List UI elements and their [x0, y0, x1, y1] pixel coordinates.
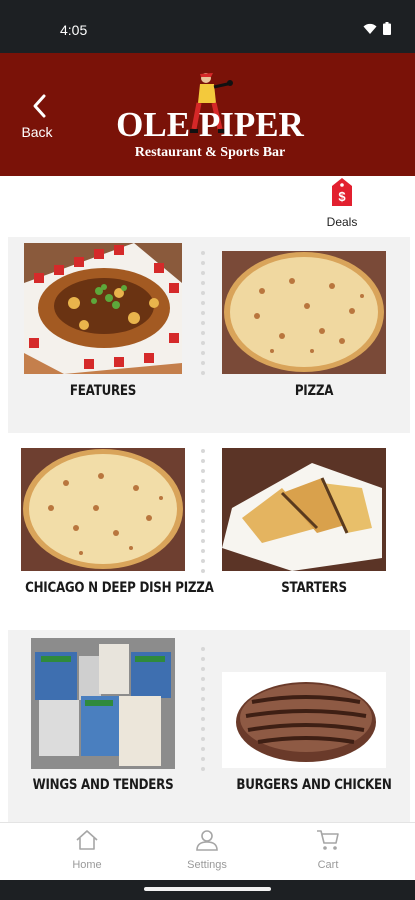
- back-label: Back: [21, 124, 53, 140]
- deals-badge: $: [338, 189, 346, 204]
- home-gesture-pill[interactable]: [144, 887, 271, 891]
- burger-patty-image: [222, 672, 386, 768]
- nav-label: Cart: [317, 859, 339, 871]
- chevron-left-icon: [33, 94, 45, 118]
- status-icons: [363, 22, 391, 35]
- app-screen: 4:05 Back OLE PIPER Restaurant & Sports …: [0, 0, 415, 900]
- column-divider: [201, 251, 205, 381]
- nav-label: Home: [72, 859, 102, 871]
- cart-icon: [317, 830, 339, 850]
- category-label: PIZZA: [294, 383, 334, 399]
- restaurant-logo: OLE PIPER Restaurant & Sports Bar: [112, 67, 308, 167]
- starters-image: [222, 448, 386, 571]
- category-card-features[interactable]: FEATURES: [8, 237, 198, 433]
- deals-label: Deals: [326, 215, 358, 229]
- price-tag-icon: $: [332, 178, 352, 206]
- app-header: Back OLE PIPER Restaurant & Sports Bar: [0, 53, 415, 176]
- category-card-chicago-deep-dish[interactable]: CHICAGO N DEEP DISH PIZZA: [8, 433, 214, 630]
- chicago-pizza-image: [21, 448, 185, 571]
- user-icon: [196, 830, 218, 851]
- back-button[interactable]: Back: [16, 93, 58, 143]
- category-label: BURGERS AND CHICKEN: [236, 777, 392, 793]
- home-icon: [76, 830, 98, 850]
- category-card-wings-tenders[interactable]: WINGS AND TENDERS: [8, 630, 198, 822]
- system-navigation-bar: [0, 880, 415, 900]
- category-label: CHICAGO N DEEP DISH PIZZA: [25, 580, 214, 596]
- category-label: STARTERS: [281, 580, 347, 596]
- pizza-image: [222, 251, 386, 374]
- category-label: WINGS AND TENDERS: [32, 777, 174, 793]
- logo-title: OLE PIPER: [116, 105, 304, 144]
- category-card-burgers-chicken[interactable]: BURGERS AND CHICKEN: [218, 630, 410, 822]
- nav-home[interactable]: Home: [47, 829, 127, 871]
- features-image: [24, 243, 182, 374]
- nav-settings[interactable]: Settings: [167, 829, 247, 871]
- category-card-pizza[interactable]: PIZZA: [218, 237, 410, 433]
- status-bar: 4:05: [0, 0, 415, 53]
- wifi-icon: [363, 23, 377, 34]
- column-divider: [201, 449, 205, 579]
- nav-cart[interactable]: Cart: [288, 829, 368, 871]
- status-time: 4:05: [60, 22, 88, 38]
- wings-image: [31, 638, 175, 769]
- category-card-starters[interactable]: STARTERS: [218, 433, 410, 630]
- column-divider: [201, 647, 205, 777]
- nav-label: Settings: [187, 859, 227, 871]
- deals-button[interactable]: $: [327, 178, 357, 211]
- logo-subtitle: Restaurant & Sports Bar: [134, 145, 286, 160]
- category-label: FEATURES: [69, 383, 137, 399]
- battery-icon: [383, 22, 391, 35]
- bottom-navigation: Home Settings Cart: [0, 822, 415, 880]
